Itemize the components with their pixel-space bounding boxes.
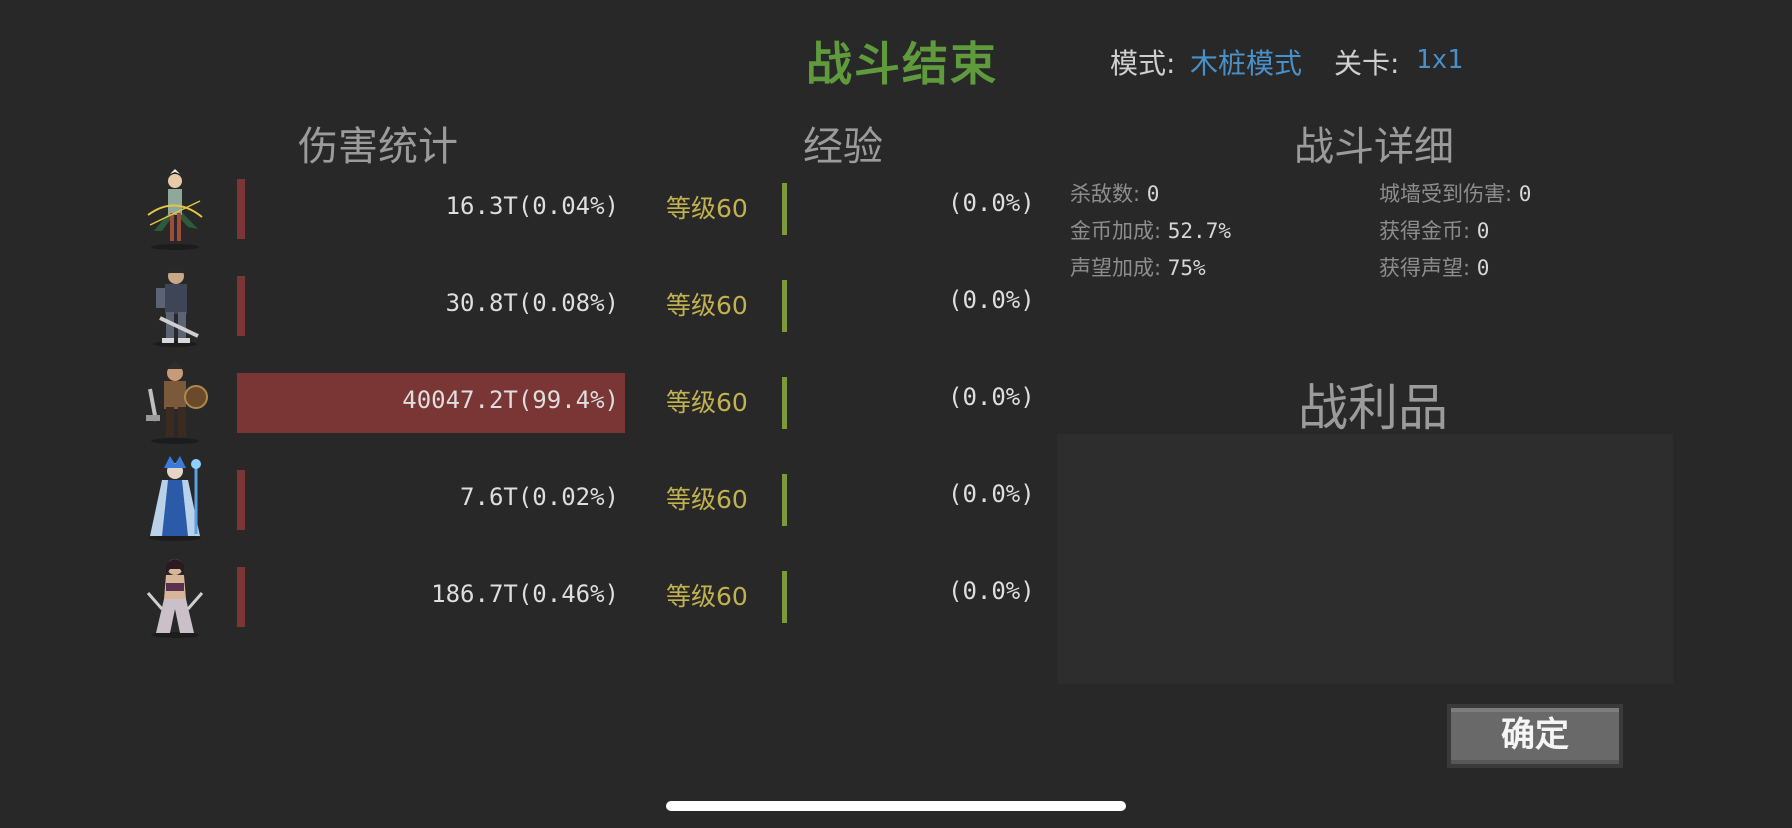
hero-level: 等级60: [666, 582, 748, 611]
hero-row: 186.7T(0.46%) 等级60 (0.0%): [0, 559, 1060, 638]
gold-gained-stat: 获得金币: 0: [1379, 215, 1489, 245]
battle-end-title: 战斗结束: [806, 37, 998, 91]
damage-bar-fill: [237, 179, 245, 239]
kills-stat: 杀敌数: 0: [1070, 178, 1159, 208]
damage-bar-fill: [237, 276, 245, 336]
fame-bonus-stat: 声望加成: 75%: [1070, 252, 1206, 282]
damage-bar-fill: [237, 470, 245, 530]
stage-value: 1x1: [1416, 45, 1463, 75]
damage-value: 186.7T(0.46%): [431, 580, 619, 608]
exp-bar: [782, 280, 787, 332]
hero-row: 7.6T(0.02%) 等级60 (0.0%): [0, 456, 1060, 541]
exp-bar: [782, 571, 787, 623]
home-indicator[interactable]: [666, 801, 1126, 811]
ice-mage-hero-icon: [149, 456, 201, 541]
assassin-hero-icon: [146, 559, 204, 638]
hero-level: 等级60: [666, 291, 748, 320]
damage-stats-heading: 伤害统计: [298, 124, 458, 170]
damage-value: 16.3T(0.04%): [445, 192, 619, 220]
damage-bar: 30.8T(0.08%): [237, 276, 625, 336]
exp-percent: (0.0%): [948, 383, 1035, 411]
hero-row: 30.8T(0.08%) 等级60 (0.0%): [0, 268, 1060, 347]
warrior-hero-icon: [146, 361, 208, 444]
gold-gained-label: 获得金币:: [1379, 219, 1471, 243]
damage-bar: 16.3T(0.04%): [237, 179, 625, 239]
gold-bonus-stat: 金币加成: 52.7%: [1070, 215, 1231, 245]
exp-bar: [782, 183, 787, 235]
exp-bar: [782, 474, 787, 526]
kills-label: 杀敌数:: [1070, 182, 1141, 206]
damage-value: 7.6T(0.02%): [460, 483, 619, 511]
fame-bonus-value: 75%: [1167, 256, 1206, 280]
damage-bar-fill: [237, 567, 245, 627]
hero-level: 等级60: [666, 194, 748, 223]
gold-gained-value: 0: [1476, 219, 1490, 243]
exp-percent: (0.0%): [948, 577, 1035, 605]
loot-heading: 战利品: [1298, 379, 1448, 437]
damage-bar: 7.6T(0.02%): [237, 470, 625, 530]
damage-bar: 186.7T(0.46%): [237, 567, 625, 627]
confirm-button[interactable]: 确定: [1447, 704, 1623, 768]
knight-hero-icon: [153, 268, 199, 347]
exp-percent: (0.0%): [948, 189, 1035, 217]
hero-row: 16.3T(0.04%) 等级60 (0.0%): [0, 169, 1060, 250]
stage-label: 关卡:: [1334, 47, 1400, 80]
damage-value: 40047.2T(99.4%): [402, 386, 619, 414]
wall-damage-label: 城墙受到伤害:: [1379, 182, 1513, 206]
exp-percent: (0.0%): [948, 480, 1035, 508]
damage-bar: 40047.2T(99.4%): [237, 373, 625, 433]
wall-damage-value: 0: [1518, 182, 1532, 206]
damage-value: 30.8T(0.08%): [445, 289, 619, 317]
ranger-hero-icon: [147, 169, 203, 250]
mode-label: 模式:: [1110, 47, 1176, 80]
kills-value: 0: [1146, 182, 1160, 206]
gold-bonus-label: 金币加成:: [1070, 219, 1162, 243]
hero-level: 等级60: [666, 485, 748, 514]
wall-damage-stat: 城墙受到伤害: 0: [1379, 178, 1531, 208]
fame-gained-value: 0: [1476, 256, 1490, 280]
gold-bonus-value: 52.7%: [1167, 219, 1231, 243]
experience-heading: 经验: [803, 124, 883, 170]
exp-percent: (0.0%): [948, 286, 1035, 314]
fame-bonus-label: 声望加成:: [1070, 256, 1162, 280]
hero-row: 40047.2T(99.4%) 等级60 (0.0%): [0, 361, 1060, 444]
fame-gained-label: 获得声望:: [1379, 256, 1471, 280]
loot-panel: [1057, 434, 1673, 684]
mode-value: 木桩模式: [1190, 47, 1303, 80]
fame-gained-stat: 获得声望: 0: [1379, 252, 1489, 282]
hero-level: 等级60: [666, 388, 748, 417]
battle-detail-heading: 战斗详细: [1294, 124, 1454, 170]
exp-bar: [782, 377, 787, 429]
